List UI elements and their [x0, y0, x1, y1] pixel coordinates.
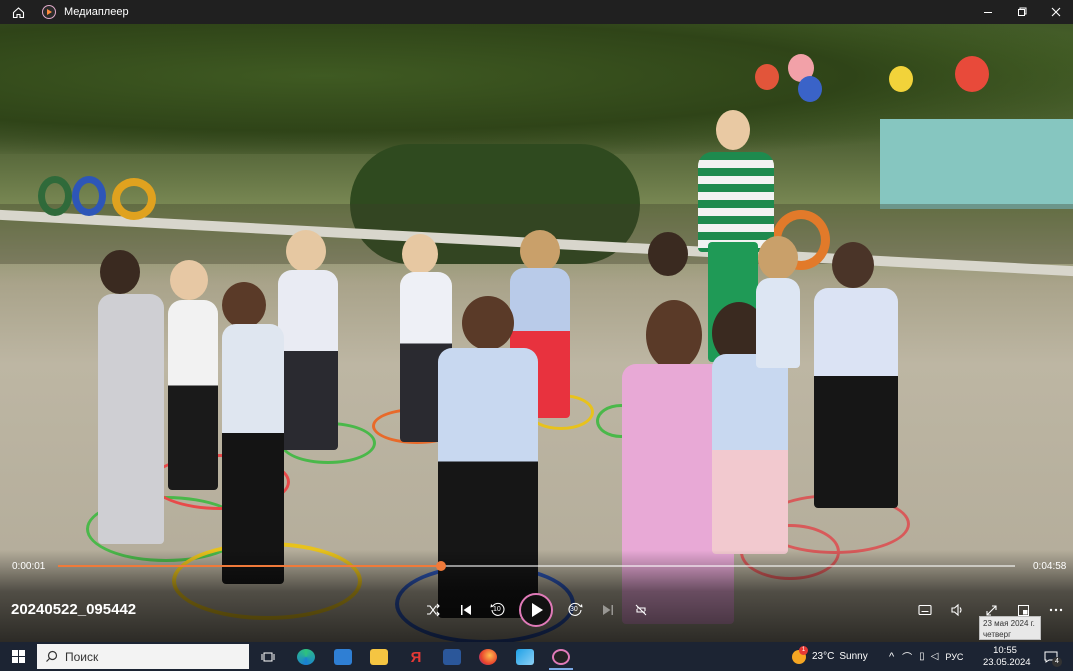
minimize-icon [984, 12, 992, 13]
child [278, 270, 338, 450]
sun-icon: 1 [792, 645, 808, 664]
language-indicator[interactable]: РУС [945, 652, 963, 662]
more-button[interactable] [1046, 600, 1066, 620]
tire [72, 176, 106, 216]
current-time: 0:00:01 [12, 561, 46, 572]
edge-icon[interactable] [294, 645, 318, 669]
clock-date: 23.05.2024 [983, 657, 1031, 668]
search-icon [37, 650, 65, 663]
shuffle-icon [427, 603, 440, 617]
active-app-indicator [549, 668, 573, 670]
tire [112, 178, 156, 220]
close-icon [1051, 7, 1061, 17]
file-explorer-icon[interactable] [367, 645, 391, 669]
child-head [100, 250, 140, 294]
volume-icon [951, 603, 962, 617]
child-head [648, 232, 688, 276]
weather-badge: 1 [799, 645, 808, 655]
tire [38, 176, 72, 216]
start-button[interactable] [0, 642, 36, 671]
previous-button[interactable] [456, 600, 476, 620]
child-head [286, 230, 326, 272]
child-head [402, 234, 438, 274]
child-head [170, 260, 208, 300]
photos-icon[interactable] [513, 645, 537, 669]
balloon [889, 66, 913, 92]
child-head [758, 236, 798, 280]
network-icon[interactable]: ⌒ [902, 649, 912, 664]
rewind-label: 10 [493, 606, 501, 613]
child [98, 294, 164, 544]
maximize-button[interactable] [1005, 0, 1039, 24]
forward-button[interactable]: 30 [565, 600, 585, 620]
forward-label: 30 [570, 606, 578, 613]
balloon [955, 56, 989, 92]
battery-icon[interactable]: ▯ [919, 651, 925, 662]
taskbar-search[interactable]: Поиск [37, 644, 249, 669]
firefox-icon[interactable] [476, 645, 500, 669]
system-tray: ^ ⌒ ▯ ◁ РУС [889, 642, 963, 671]
child-head [520, 230, 560, 272]
subtitles-icon [918, 604, 932, 616]
notifications-icon[interactable]: 4 [1039, 645, 1063, 669]
child [712, 354, 788, 554]
yandex-browser-icon[interactable]: Я [404, 645, 428, 669]
next-button[interactable] [598, 600, 618, 620]
miniplayer-icon [1017, 604, 1029, 616]
play-button[interactable] [519, 593, 553, 627]
next-icon [603, 605, 613, 615]
word-icon[interactable] [440, 645, 464, 669]
tooltip-date: 23 мая 2024 г. [983, 619, 1035, 628]
previous-icon [461, 605, 471, 615]
maximize-icon [1018, 7, 1027, 16]
child-head [646, 300, 702, 370]
teacher-body [698, 152, 774, 252]
subtitles-button[interactable] [915, 600, 935, 620]
date-tooltip: 23 мая 2024 г. четверг [979, 616, 1041, 640]
child [168, 300, 218, 490]
home-icon[interactable] [0, 0, 36, 24]
windows-icon [11, 650, 25, 663]
seek-thumb[interactable] [435, 561, 446, 571]
balloon [755, 64, 779, 90]
mail-icon[interactable] [331, 645, 355, 669]
shuffle-button[interactable] [423, 600, 443, 620]
show-hidden-icons-icon[interactable]: ^ [889, 651, 894, 663]
balloon [798, 76, 822, 102]
fullscreen-icon [985, 604, 997, 616]
search-placeholder: Поиск [65, 649, 99, 664]
tooltip-weekday: четверг [983, 630, 1011, 639]
notifications-count: 4 [1052, 657, 1062, 667]
volume-button[interactable] [947, 600, 967, 620]
weather-text: Sunny [839, 651, 868, 662]
clock-time: 10:55 [993, 645, 1017, 656]
speaker-icon[interactable]: ◁ [931, 651, 939, 662]
child [222, 324, 284, 584]
clock[interactable]: 10:55 23.05.2024 [983, 645, 1031, 669]
seek-progress [58, 565, 441, 567]
video-title: 20240522_095442 [11, 601, 137, 618]
weather-temp: 23°C [812, 651, 835, 662]
child-head [832, 242, 874, 288]
painted-wall [880, 119, 1073, 209]
teacher-head [716, 110, 750, 150]
child-head [462, 296, 514, 350]
media-player-icon[interactable] [549, 645, 573, 669]
app-title: Медиаплеер [64, 6, 129, 18]
repeat-button[interactable] [631, 600, 651, 620]
child-head [222, 282, 266, 328]
minimize-button[interactable] [971, 0, 1005, 24]
child [756, 278, 800, 368]
total-time: 0:04:58 [1033, 561, 1067, 572]
rewind-button[interactable]: 10 [488, 600, 508, 620]
weather-widget[interactable]: 1 23°C Sunny [792, 642, 868, 671]
title-bar: Медиаплеер [0, 0, 1073, 24]
task-view-icon[interactable] [256, 645, 280, 669]
more-icon [1049, 608, 1063, 612]
child [814, 288, 898, 508]
seek-bar[interactable] [58, 561, 1015, 571]
media-player-icon [42, 5, 56, 19]
repeat-off-icon [635, 604, 647, 616]
close-button[interactable] [1039, 0, 1073, 24]
